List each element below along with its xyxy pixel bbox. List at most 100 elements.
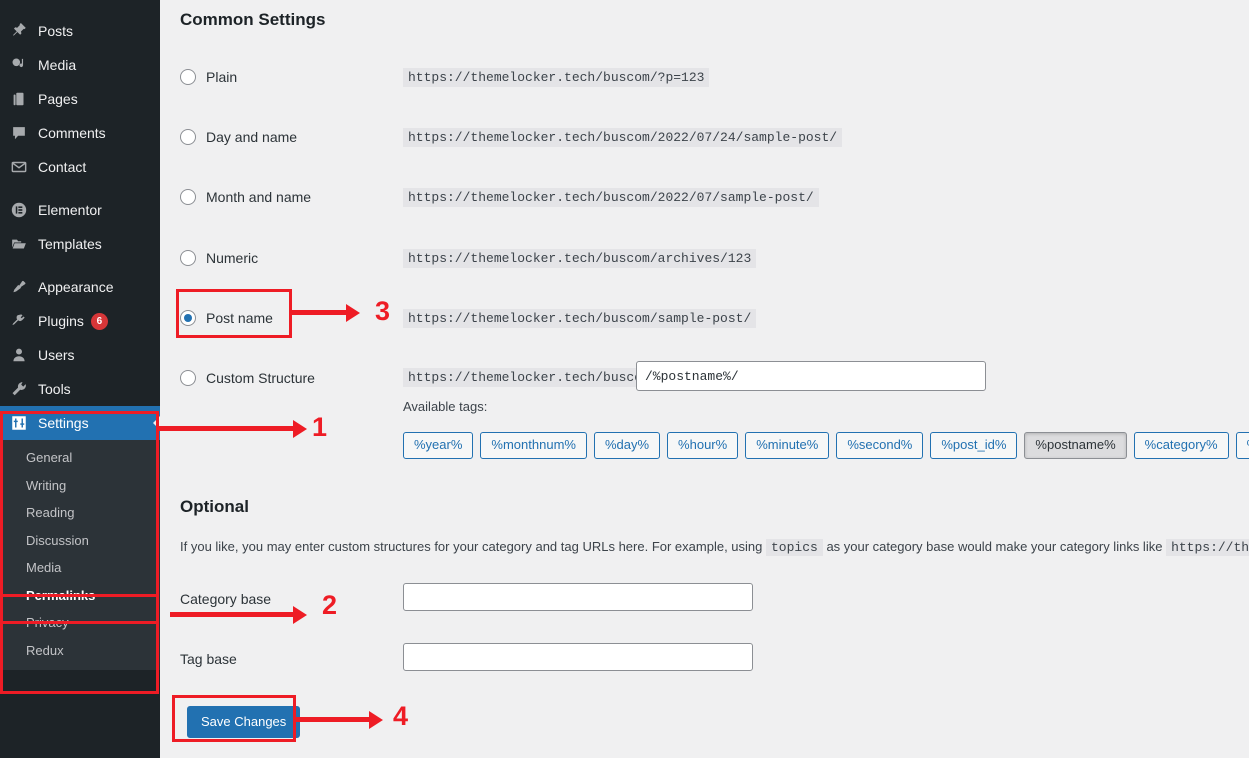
sidebar-item-users[interactable]: Users: [0, 338, 160, 372]
annotation-number-4: 4: [393, 701, 409, 731]
day-and-name-radio-label[interactable]: Day and name: [180, 129, 297, 145]
custom-structure-radio-label[interactable]: Custom Structure: [180, 370, 315, 386]
submenu-item-media[interactable]: Media: [0, 554, 160, 582]
folder-icon: [9, 234, 29, 254]
submenu-item-discussion[interactable]: Discussion: [0, 527, 160, 555]
settings-submenu: General Writing Reading Discussion Media…: [0, 440, 160, 671]
permalink-option-numeric[interactable]: Numeric: [180, 246, 258, 270]
elementor-icon: [9, 200, 29, 220]
optional-desc-text-1: If you like, you may enter custom struct…: [180, 539, 763, 554]
tag-button-category[interactable]: %category%: [1133, 432, 1229, 459]
annotation-arrow-3: [292, 310, 347, 315]
numeric-radio-label[interactable]: Numeric: [180, 250, 258, 266]
numeric-url-preview: https://themelocker.tech/buscom/archives…: [403, 249, 757, 268]
custom-structure-radio-button[interactable]: [180, 370, 196, 386]
custom-structure-input[interactable]: [636, 361, 986, 391]
sidebar-item-label: Users: [38, 347, 75, 363]
page-title: Common Settings: [180, 10, 326, 29]
plain-radio-label[interactable]: Plain: [180, 69, 237, 85]
post-name-radio-label[interactable]: Post name: [180, 310, 273, 326]
sidebar-item-label: Tools: [38, 381, 71, 397]
tag-base-input[interactable]: [403, 643, 753, 671]
optional-description: If you like, you may enter custom struct…: [180, 537, 1249, 558]
media-icon: [9, 55, 29, 75]
option-label: Day and name: [206, 129, 298, 145]
custom-structure-url-prefix: https://themelocker.tech/buscom: [403, 368, 655, 387]
available-tags-label: Available tags:: [403, 399, 488, 414]
sidebar-item-label: Media: [38, 57, 77, 73]
tag-button-postname[interactable]: %postname%: [1024, 432, 1127, 459]
post-name-radio-button[interactable]: [180, 310, 196, 326]
submenu-item-reading[interactable]: Reading: [0, 499, 160, 527]
month-and-name-url-preview: https://themelocker.tech/buscom/2022/07/…: [403, 188, 819, 207]
sidebar-item-plugins[interactable]: Plugins 6: [0, 304, 160, 338]
month-and-name-radio-label[interactable]: Month and name: [180, 189, 311, 205]
plain-radio-button[interactable]: [180, 69, 196, 85]
submenu-item-privacy[interactable]: Privacy: [0, 609, 160, 637]
tag-button-hour[interactable]: %hour%: [667, 432, 739, 459]
sidebar-item-templates[interactable]: Templates: [0, 227, 160, 261]
optional-desc-code-topics: topics: [766, 539, 823, 556]
permalink-option-month-and-name[interactable]: Month and name: [180, 185, 311, 209]
permalink-option-post-name[interactable]: Post name: [180, 306, 273, 330]
option-label: Plain: [206, 69, 238, 85]
tag-button-author[interactable]: %aut: [1235, 432, 1249, 459]
tag-button-year[interactable]: %year%: [403, 432, 474, 459]
admin-sidebar: Posts Media Pages Comments Contact Eleme…: [0, 0, 160, 758]
submenu-item-writing[interactable]: Writing: [0, 472, 160, 500]
sidebar-item-label: Comments: [38, 125, 106, 141]
tag-button-minute[interactable]: %minute%: [745, 432, 830, 459]
sidebar-item-label: Contact: [38, 159, 87, 175]
plug-icon: [9, 311, 29, 331]
annotation-arrow-2: [170, 612, 294, 617]
optional-heading: Optional: [180, 497, 249, 516]
day-and-name-radio-button[interactable]: [180, 129, 196, 145]
permalink-option-plain[interactable]: Plain: [180, 65, 237, 89]
annotation-number-3: 3: [375, 296, 391, 326]
day-and-name-url-preview: https://themelocker.tech/buscom/2022/07/…: [403, 128, 843, 147]
month-and-name-radio-button[interactable]: [180, 189, 196, 205]
pages-icon: [9, 89, 29, 109]
wordpress-permalink-settings-screen: Posts Media Pages Comments Contact Eleme…: [0, 0, 1249, 758]
sidebar-item-contact[interactable]: Contact: [0, 150, 160, 184]
sidebar-filler: [0, 670, 160, 691]
option-label: Month and name: [206, 189, 312, 205]
tag-button-monthnum[interactable]: %monthnum%: [480, 432, 587, 459]
permalink-option-custom-structure[interactable]: Custom Structure: [180, 366, 315, 390]
sidebar-item-label: Plugins: [38, 313, 84, 329]
sidebar-item-tools[interactable]: Tools: [0, 372, 160, 406]
numeric-radio-button[interactable]: [180, 250, 196, 266]
option-label: Numeric: [206, 250, 259, 266]
sidebar-item-label: Elementor: [38, 202, 102, 218]
save-changes-button[interactable]: Save Changes: [187, 706, 301, 739]
permalink-settings-main: Common Settings Plain https://themelocke…: [160, 0, 1249, 758]
sidebar-item-pages[interactable]: Pages: [0, 82, 160, 116]
sidebar-item-comments[interactable]: Comments: [0, 116, 160, 150]
optional-desc-code-url: https://th: [1166, 539, 1249, 556]
sidebar-item-appearance[interactable]: Appearance: [0, 270, 160, 304]
option-label: Post name: [206, 310, 273, 326]
tag-button-second[interactable]: %second%: [836, 432, 924, 459]
sidebar-item-elementor[interactable]: Elementor: [0, 193, 160, 227]
category-base-input[interactable]: [403, 583, 753, 611]
submenu-item-redux[interactable]: Redux: [0, 637, 160, 665]
sidebar-item-media[interactable]: Media: [0, 48, 160, 82]
submenu-item-permalinks[interactable]: Permalinks: [0, 581, 160, 610]
sidebar-item-label: Templates: [38, 236, 102, 252]
permalink-option-day-and-name[interactable]: Day and name: [180, 125, 297, 149]
category-base-label: Category base: [180, 591, 272, 607]
sidebar-item-label: Appearance: [38, 279, 114, 295]
tag-button-day[interactable]: %day%: [593, 432, 661, 459]
post-name-url-preview: https://themelocker.tech/buscom/sample-p…: [403, 309, 757, 328]
sidebar-item-posts[interactable]: Posts: [0, 14, 160, 48]
sliders-icon: [9, 413, 29, 433]
sidebar-item-settings[interactable]: Settings: [0, 406, 160, 440]
user-icon: [9, 345, 29, 365]
submenu-item-general[interactable]: General: [0, 444, 160, 472]
comment-bubble-icon: [9, 123, 29, 143]
tag-button-post-id[interactable]: %post_id%: [930, 432, 1018, 459]
optional-desc-text-2: as your category base would make your ca…: [826, 539, 1163, 554]
annotation-number-2: 2: [322, 590, 338, 620]
annotation-arrow-4: [296, 717, 370, 722]
wrench-icon: [9, 379, 29, 399]
